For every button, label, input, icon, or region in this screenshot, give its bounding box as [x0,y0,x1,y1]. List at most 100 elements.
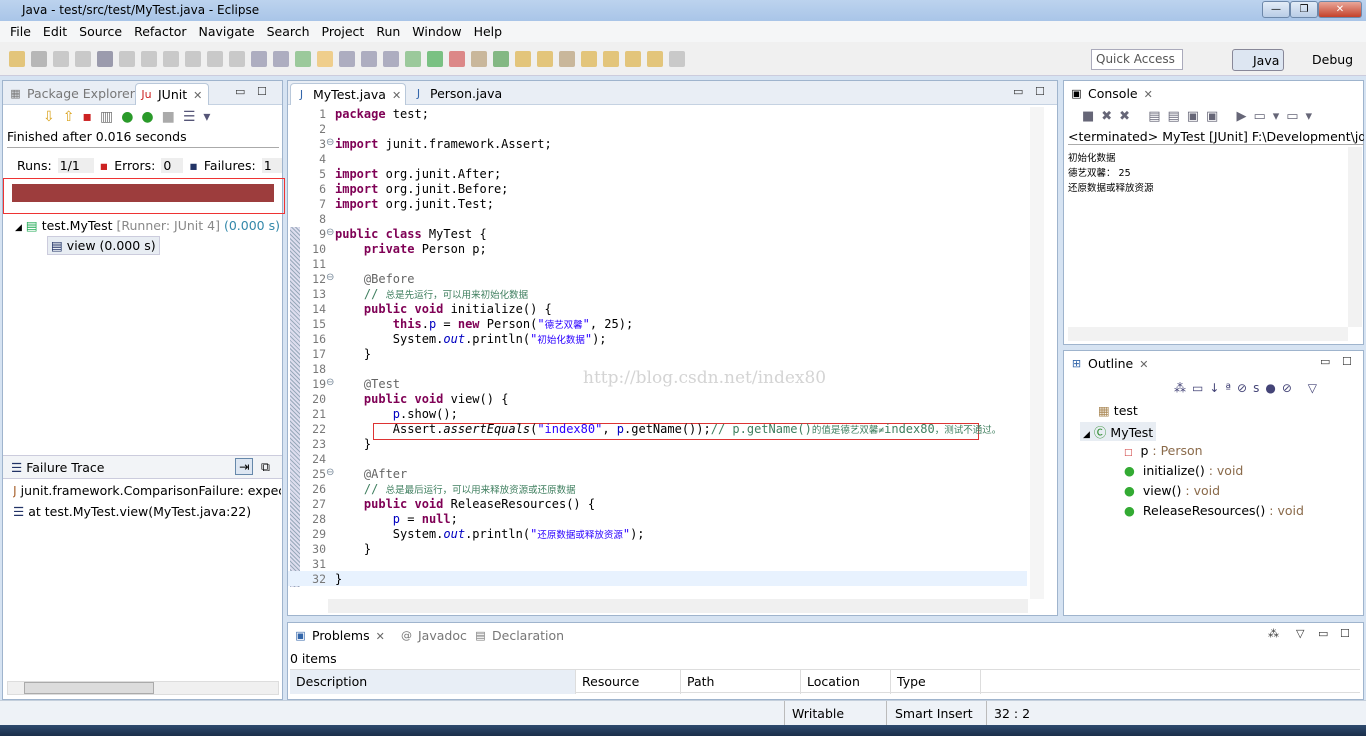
trace-line[interactable]: J junit.framework.ComparisonFailure: exp… [13,483,281,498]
close-button[interactable]: ✕ [1318,1,1362,18]
horizontal-scrollbar[interactable] [328,599,1028,613]
toolbar-button-icon[interactable] [405,51,421,67]
menu-help[interactable]: Help [468,21,509,42]
vertical-scrollbar[interactable] [1348,147,1362,327]
toolbar-button-icon[interactable] [185,51,201,67]
toolbar-button-icon[interactable] [141,51,157,67]
code-line[interactable]: // 总是最后运行，可以用来释放资源或还原数据 [335,482,576,496]
minimize-icon[interactable]: ▭ [1013,85,1023,98]
view-menu-icon[interactable]: ▽ [1296,627,1304,640]
fold-icon[interactable]: ⊖ [326,272,334,283]
outline-item-method[interactable]: ● ReleaseResources() : void [1124,503,1304,518]
toolbar-button-icon[interactable] [31,51,47,67]
outline-toolbar[interactable]: ⁂▭↓ª⊘s●⊘ ▽ [1174,381,1323,395]
code-line[interactable]: System.out.println("还原数据或释放资源"); [335,527,645,541]
tab-junit[interactable]: Ju JUnit ✕ [135,83,210,105]
menu-edit[interactable]: Edit [37,21,73,42]
tab-outline[interactable]: ⊞ Outline ✕ [1066,353,1155,375]
fold-icon[interactable]: ⊖ [326,137,334,148]
outline-item-class[interactable]: ◢ Ⓒ MyTest [1080,422,1157,441]
code-line[interactable]: // 总是先运行，可以用来初始化数据 [335,287,528,301]
code-line[interactable]: } [335,347,371,361]
toolbar-button-icon[interactable] [383,51,399,67]
outline-item-method[interactable]: ● view() : void [1124,483,1220,498]
maximize-icon[interactable]: ☐ [1340,627,1350,640]
code-line[interactable]: } [335,437,371,451]
toolbar-button-icon[interactable] [75,51,91,67]
maximize-icon[interactable]: ☐ [1035,85,1045,98]
menu-search[interactable]: Search [261,21,316,42]
menu-refactor[interactable]: Refactor [128,21,192,42]
close-icon[interactable]: ✕ [392,89,401,102]
tab-person-java[interactable]: J Person.java [408,83,508,105]
toolbar-button-icon[interactable] [317,51,333,67]
toolbar-button-icon[interactable] [207,51,223,67]
toolbar-button-icon[interactable] [251,51,267,67]
maximize-icon[interactable]: ☐ [257,85,267,98]
column-type[interactable]: Type [891,670,981,694]
code-line[interactable]: public void ReleaseResources() { [335,497,595,511]
menu-navigate[interactable]: Navigate [193,21,261,42]
toolbar-button-icon[interactable] [493,51,509,67]
java-perspective-button[interactable]: Java [1232,49,1285,71]
toolbar-button-icon[interactable] [647,51,663,67]
toolbar-button-icon[interactable] [669,51,685,67]
toolbar-button-icon[interactable] [295,51,311,67]
code-line[interactable]: p = null; [335,512,458,526]
quick-access-input[interactable]: Quick Access [1091,49,1183,70]
menu-source[interactable]: Source [73,21,128,42]
maximize-icon[interactable]: ☐ [1342,355,1352,368]
code-line[interactable]: p.show(); [335,407,458,421]
toolbar-button-icon[interactable] [119,51,135,67]
fold-icon[interactable]: ⊖ [326,377,334,388]
minimize-button[interactable]: — [1262,1,1290,18]
outline-item-package[interactable]: ▦ test [1098,403,1138,418]
test-case-node[interactable]: ▤ view (0.000 s) [47,236,160,255]
console-toolbar[interactable]: ■✖✖ ▤▤▣▣ ▶▭▾▭▾ [1082,109,1319,124]
code-line[interactable]: Assert.assertEquals("index80", p.getName… [335,422,1001,436]
code-line[interactable]: this.p = new Person("德艺双馨", 25); [335,317,633,331]
toolbar-button-icon[interactable] [537,51,553,67]
fold-icon[interactable]: ⊖ [326,467,334,478]
filter-trace-button[interactable]: ⇥ [235,458,254,475]
code-line[interactable]: public void initialize() { [335,302,552,316]
code-line[interactable]: } [335,572,342,586]
column-description[interactable]: Description [290,670,576,694]
toolbar-button-icon[interactable] [449,51,465,67]
outline-item-field[interactable]: □ p : Person [1124,443,1203,458]
toolbar-button-icon[interactable] [229,51,245,67]
code-line[interactable]: import org.junit.Before; [335,182,508,196]
close-icon[interactable]: ✕ [193,89,202,102]
vertical-scrollbar[interactable] [1030,107,1044,599]
code-line[interactable]: System.out.println("初始化数据"); [335,332,607,346]
debug-perspective-button[interactable]: Debug [1292,52,1353,67]
tab-declaration[interactable]: ▤ Declaration [470,625,570,647]
menu-run[interactable]: Run [370,21,406,42]
code-line[interactable]: public class MyTest { [335,227,487,241]
fold-icon[interactable]: ⊖ [326,227,334,238]
code-line[interactable]: @Test [335,377,400,391]
menu-file[interactable]: File [4,21,37,42]
toolbar-button-icon[interactable] [53,51,69,67]
close-icon[interactable]: ✕ [1139,358,1148,371]
trace-line[interactable]: ☰ at test.MyTest.view(MyTest.java:22) [13,504,251,519]
toolbar-button-icon[interactable] [427,51,443,67]
column-path[interactable]: Path [681,670,801,694]
minimize-icon[interactable]: ▭ [235,85,245,98]
horizontal-scrollbar[interactable] [1068,327,1348,341]
toolbar-button-icon[interactable] [339,51,355,67]
close-icon[interactable]: ✕ [376,630,385,643]
code-line[interactable]: } [335,542,371,556]
code-line[interactable]: @After [335,467,407,481]
tab-console[interactable]: ▣ Console ✕ [1066,83,1159,105]
toolbar-button-icon[interactable] [625,51,641,67]
outline-item-method[interactable]: ● initialize() : void [1124,463,1243,478]
toolbar-button-icon[interactable] [163,51,179,67]
toolbar-button-icon[interactable] [9,51,25,67]
code-line[interactable]: import org.junit.Test; [335,197,494,211]
column-resource[interactable]: Resource [576,670,681,694]
maximize-button[interactable]: ❐ [1290,1,1318,18]
minimize-icon[interactable]: ▭ [1318,627,1328,640]
code-line[interactable]: package test; [335,107,429,121]
tab-mytest-java[interactable]: J MyTest.java ✕ [290,83,406,105]
